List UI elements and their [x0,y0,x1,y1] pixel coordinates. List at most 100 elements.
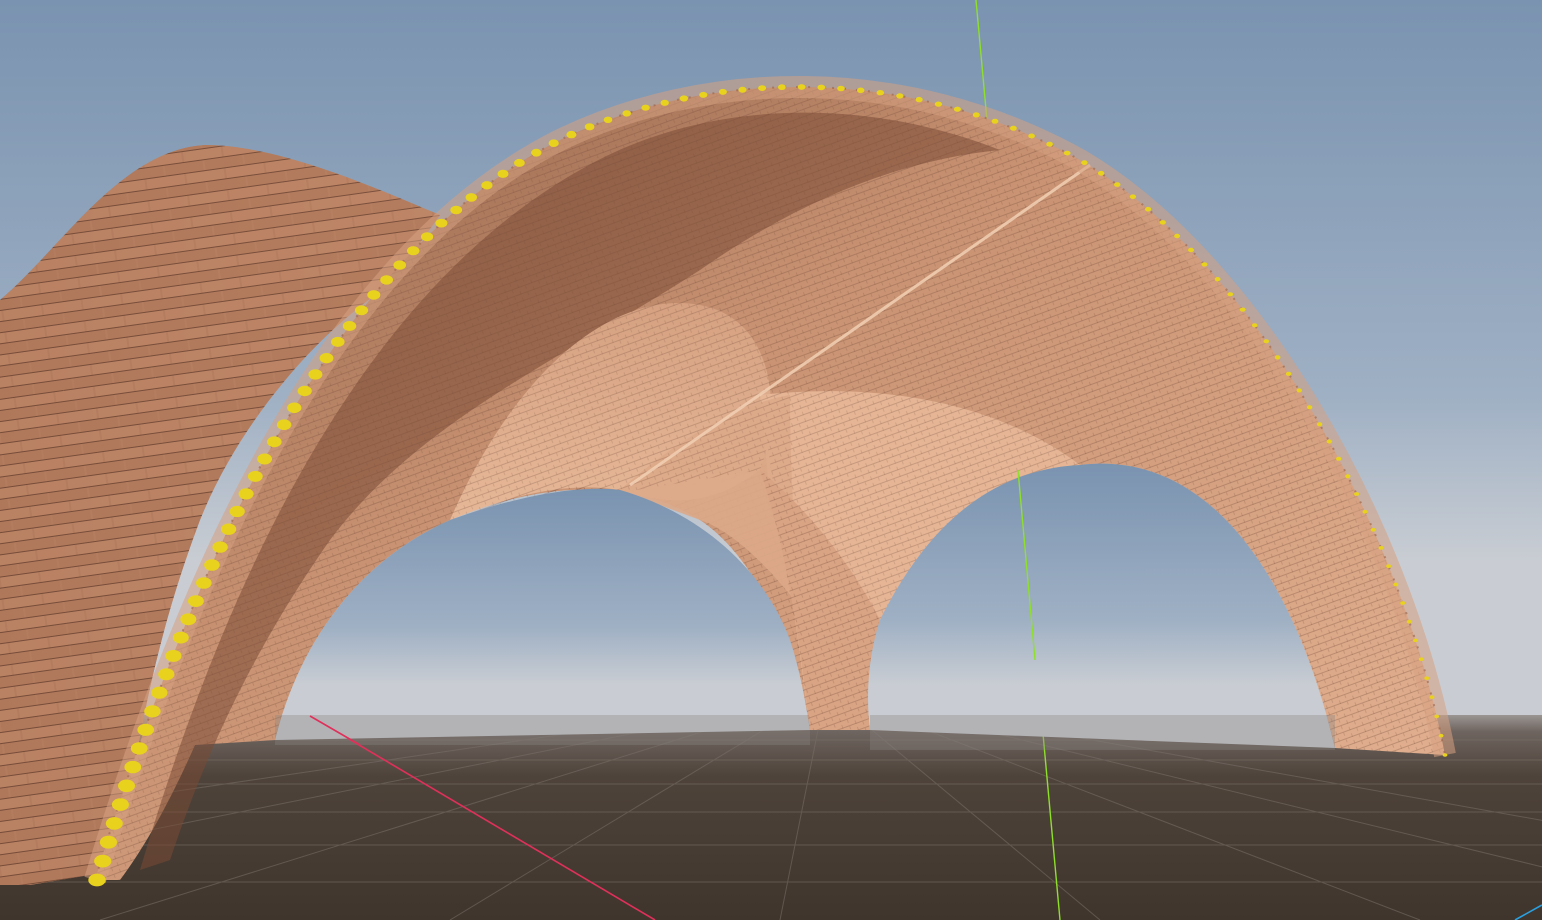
control-point[interactable] [435,218,448,228]
control-point[interactable] [1362,509,1368,514]
control-point[interactable] [421,232,434,242]
control-point[interactable] [953,106,961,112]
control-point[interactable] [1063,150,1071,156]
control-point[interactable] [1296,388,1303,393]
control-point[interactable] [1326,439,1333,444]
control-point[interactable] [718,88,727,95]
3d-viewport[interactable] [0,0,1542,920]
control-point[interactable] [857,87,865,94]
control-point[interactable] [1081,160,1088,166]
control-point[interactable] [584,123,595,131]
control-point[interactable] [1227,292,1234,297]
control-point[interactable] [1114,182,1121,187]
control-point[interactable] [1345,474,1351,479]
control-point[interactable] [118,779,135,793]
control-point[interactable] [465,193,477,202]
control-point[interactable] [514,158,525,167]
control-point[interactable] [1263,339,1270,344]
control-point[interactable] [1418,657,1424,661]
control-point[interactable] [1239,307,1246,312]
control-point[interactable] [915,96,923,103]
control-point[interactable] [1370,527,1376,532]
control-point[interactable] [297,385,312,397]
control-point[interactable] [1336,456,1342,461]
control-point[interactable] [1046,141,1053,147]
control-point[interactable] [354,305,369,316]
control-point[interactable] [165,649,182,662]
control-point[interactable] [407,246,420,256]
control-point[interactable] [531,148,542,157]
control-point[interactable] [151,686,168,699]
control-point[interactable] [105,817,123,830]
control-point[interactable] [934,101,943,107]
control-point[interactable] [660,99,669,106]
control-point[interactable] [1393,582,1399,587]
control-point[interactable] [1434,714,1440,719]
control-point[interactable] [367,290,381,300]
control-point[interactable] [1010,125,1017,131]
control-point[interactable] [221,523,237,535]
control-point[interactable] [1159,220,1166,225]
control-point[interactable] [1285,371,1292,376]
control-point[interactable] [991,118,999,124]
control-point[interactable] [212,541,228,553]
control-point[interactable] [172,631,189,644]
control-point[interactable] [287,402,302,414]
control-point[interactable] [1251,323,1258,328]
control-point[interactable] [641,104,650,111]
control-point[interactable] [88,873,106,887]
control-point[interactable] [817,84,826,91]
control-point[interactable] [276,419,292,431]
control-point[interactable] [1438,733,1444,738]
control-point[interactable] [319,353,334,364]
control-point[interactable] [342,321,357,331]
control-point[interactable] [679,95,689,102]
control-point[interactable] [876,90,884,96]
control-point[interactable] [778,84,786,91]
control-point[interactable] [158,668,175,681]
control-point[interactable] [380,275,393,285]
3d-scene-canvas[interactable] [0,0,1542,920]
control-point[interactable] [94,854,112,868]
control-point[interactable] [229,505,245,518]
control-point[interactable] [972,112,980,118]
control-point[interactable] [1413,638,1418,643]
control-point[interactable] [699,91,708,98]
control-point[interactable] [837,85,845,92]
control-point[interactable] [450,205,463,215]
control-point[interactable] [738,86,747,93]
control-point[interactable] [797,84,806,90]
control-point[interactable] [1145,206,1152,212]
control-point[interactable] [1028,133,1035,139]
control-point[interactable] [1354,492,1360,496]
control-point[interactable] [1386,564,1392,569]
control-point[interactable] [257,453,272,465]
control-point[interactable] [238,488,254,500]
control-point[interactable] [308,369,323,380]
control-point[interactable] [1097,170,1105,176]
control-point[interactable] [1316,422,1323,427]
control-point[interactable] [124,760,142,774]
control-point[interactable] [896,93,904,99]
control-point[interactable] [622,110,631,117]
control-point[interactable] [497,169,509,178]
control-point[interactable] [548,139,559,147]
control-point[interactable] [1201,262,1208,267]
control-point[interactable] [1406,619,1412,624]
control-point[interactable] [130,742,148,755]
control-point[interactable] [481,181,493,190]
control-point[interactable] [758,85,767,91]
control-point[interactable] [1424,676,1430,680]
control-point[interactable] [144,705,161,718]
control-point[interactable] [99,835,117,849]
control-point[interactable] [267,436,282,448]
control-point[interactable] [1174,233,1181,239]
control-point[interactable] [1400,601,1406,605]
control-point[interactable] [1129,194,1136,199]
control-point[interactable] [1306,405,1313,410]
control-point[interactable] [137,723,154,736]
control-point[interactable] [1442,753,1448,757]
control-point[interactable] [204,559,220,571]
control-point[interactable] [196,577,212,589]
control-point[interactable] [180,613,197,626]
